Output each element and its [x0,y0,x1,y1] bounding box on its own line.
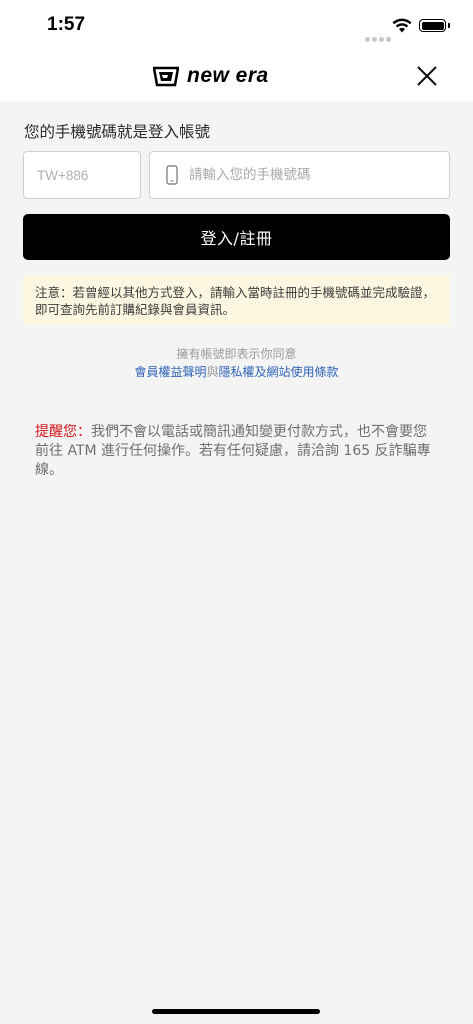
phone-input[interactable] [189,167,439,183]
fraud-warning: 提醒您：我們不會以電話或簡訊通知變更付款方式，也不會要您前往 ATM 進行任何操… [35,423,435,480]
privacy-terms-link[interactable]: 隱私權及網站使用條款 [219,365,339,379]
notice-box: 注意：若曾經以其他方式登入，請輸入當時註冊的手機號碼並完成驗證，即可查詢先前訂購… [23,275,450,325]
warning-text: 我們不會以電話或簡訊通知變更付款方式，也不會要您前往 ATM 進行任何操作。若有… [35,424,431,478]
signal-icon [365,27,393,46]
close-icon[interactable] [414,63,440,89]
home-indicator[interactable] [152,1009,320,1014]
status-bar: 1:57 [0,0,473,54]
battery-icon [419,19,446,32]
brand-logo: NEW ERA [153,64,269,88]
agreement-text: 擁有帳號即表示你同意 [176,347,297,361]
warning-label: 提醒您： [35,424,91,440]
agreement-joiner: 與 [206,365,219,379]
country-code-field[interactable]: TW+886 [23,151,141,199]
login-register-button[interactable]: 登入/註冊 [23,214,450,260]
wifi-icon [392,18,412,33]
agreement-links: 會員權益聲明與隱私權及網站使用條款 [0,363,473,380]
app-header: NEW ERA [0,54,473,101]
phone-field[interactable] [149,151,450,199]
member-rights-link[interactable]: 會員權益聲明 [134,365,206,379]
new-era-flag-icon [153,66,179,86]
status-time: 1:57 [47,14,86,35]
login-title: 您的手機號碼就是登入帳號 [24,123,211,141]
battery-tip [448,23,450,28]
phone-icon [166,165,178,185]
brand-name: NEW ERA [187,64,269,87]
